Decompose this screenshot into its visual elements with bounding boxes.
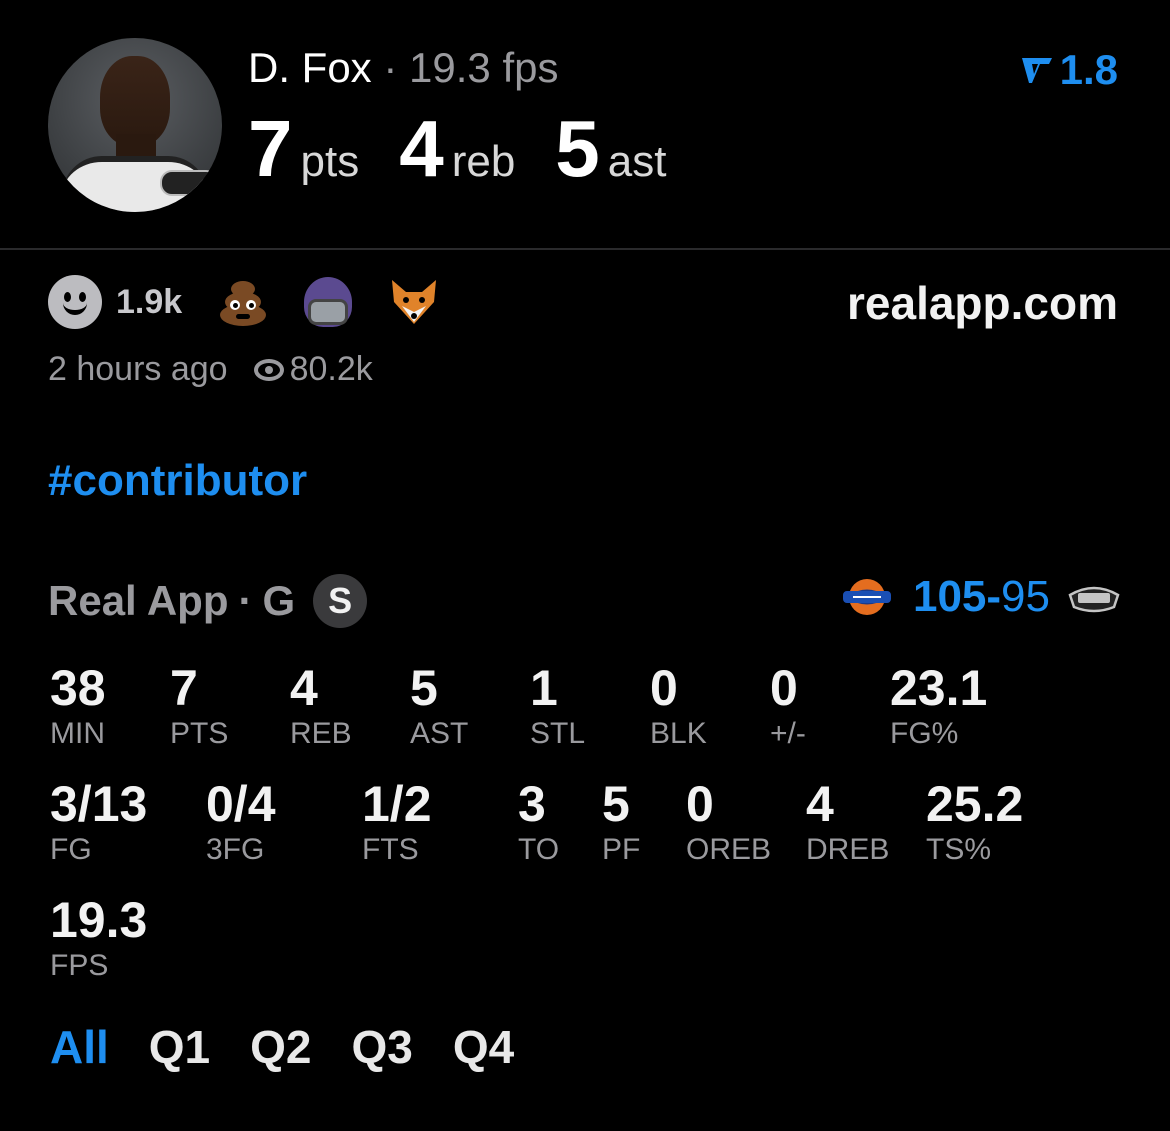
real-logo-icon: [1021, 58, 1052, 83]
stat-value: 4: [290, 660, 318, 716]
smile-icon[interactable]: [48, 275, 102, 329]
stat-value: 23.1: [890, 660, 988, 716]
home-score: 95: [1001, 572, 1050, 621]
stat-3fg: 0/4 3FG: [206, 776, 276, 868]
tab-q3[interactable]: Q3: [352, 1020, 413, 1074]
header-divider: [0, 248, 1170, 250]
stat-value: 3: [518, 776, 546, 832]
stat-value: 0: [686, 776, 714, 832]
stat-label: MIN: [50, 717, 105, 750]
stat-label: BLK: [650, 717, 707, 750]
stat-value: 0: [650, 660, 678, 716]
post-time: 2 hours ago: [48, 350, 228, 388]
stat-value: 5: [410, 660, 438, 716]
stat-pts: 7 PTS: [170, 660, 228, 752]
stat-value: 19.3: [50, 892, 148, 948]
stat-min: 38 MIN: [50, 660, 106, 752]
rating-badge[interactable]: 1.8: [1020, 46, 1118, 94]
view-count: 80.2k: [289, 350, 373, 388]
stat-label: PF: [602, 833, 641, 866]
player-avatar[interactable]: [48, 38, 222, 212]
poop-emoji[interactable]: [216, 276, 270, 328]
tab-q1[interactable]: Q1: [149, 1020, 210, 1074]
pts-unit: pts: [300, 137, 360, 186]
spurs-badge-icon: [160, 170, 218, 196]
ast-value: 5: [555, 104, 600, 193]
stat-value: 5: [602, 776, 630, 832]
away-score: 105: [912, 572, 987, 621]
tab-q2[interactable]: Q2: [250, 1020, 311, 1074]
player-header: D. Fox · 19.3 fps 7 pts 4 reb 5 ast 1.8: [0, 0, 1170, 248]
stat-label: REB: [290, 717, 352, 750]
stat-value: 25.2: [926, 776, 1024, 832]
game-score[interactable]: 105 - 95: [839, 572, 1122, 622]
stat-value: 7: [170, 660, 198, 716]
stat-value: 1/2: [362, 776, 432, 832]
hashtag-link[interactable]: #contributor: [48, 456, 307, 506]
reb-value: 4: [399, 104, 444, 193]
stat-label: PTS: [170, 717, 229, 750]
stat-ast: 5 AST: [410, 660, 468, 752]
starter-badge: S: [313, 574, 368, 628]
score-dash: -: [986, 572, 1002, 621]
stat-fts: 1/2 FTS: [362, 776, 432, 868]
period-tabs: All Q1 Q2 Q3 Q4: [50, 1020, 554, 1074]
stat-label: DREB: [806, 833, 890, 866]
player-position: G: [262, 577, 296, 624]
stat-value: 0: [770, 660, 798, 716]
tab-all[interactable]: All: [50, 1020, 109, 1074]
helmet-emoji[interactable]: [304, 277, 353, 327]
stat-dreb: 4 DREB: [806, 776, 889, 868]
stat-label: +/-: [770, 717, 806, 750]
stat-oreb: 0 OREB: [686, 776, 771, 868]
stat-plus-minus: 0 +/-: [770, 660, 806, 752]
stat-label: STL: [530, 717, 586, 750]
stat-stl: 1 STL: [530, 660, 585, 752]
player-fps: 19.3 fps: [409, 44, 559, 91]
stat-fg: 3/13 FG: [50, 776, 147, 868]
stat-label: FG%: [890, 717, 959, 750]
tab-q4[interactable]: Q4: [453, 1020, 514, 1074]
stat-blk: 0 BLK: [650, 660, 707, 752]
stat-label: FG: [50, 833, 92, 866]
post-meta: 2 hours ago 80.2k: [48, 350, 373, 389]
reaction-count[interactable]: 1.9k: [116, 283, 182, 322]
stat-fg-pct: 23.1 FG%: [890, 660, 987, 752]
player-name[interactable]: D. Fox: [248, 44, 372, 91]
stat-value: 3/13: [50, 776, 148, 832]
site-link[interactable]: realapp.com: [847, 276, 1118, 330]
league-name: Real App: [48, 577, 229, 624]
stat-label: AST: [410, 717, 469, 750]
stat-value: 4: [806, 776, 834, 832]
game-info: Real App · G S: [48, 574, 368, 628]
knicks-logo: [842, 579, 891, 615]
spurs-logo: [1068, 586, 1120, 613]
stat-value: 0/4: [206, 776, 276, 832]
stat-label: 3FG: [206, 833, 265, 866]
stat-reb: 4 REB: [290, 660, 352, 752]
stat-to: 3 TO: [518, 776, 559, 868]
rating-value: 1.8: [1059, 46, 1118, 93]
stat-label: FPS: [50, 949, 109, 982]
stat-value: 38: [50, 660, 106, 716]
stat-label: TO: [518, 833, 560, 866]
title-separator: ·: [383, 44, 398, 91]
reb-unit: reb: [451, 137, 516, 186]
reactions-bar[interactable]: 1.9k: [48, 274, 440, 330]
headline-stats: 7 pts 4 reb 5 ast: [248, 104, 707, 194]
stat-label: OREB: [686, 833, 772, 866]
stat-label: TS%: [926, 833, 992, 866]
stat-label: FTS: [362, 833, 419, 866]
stat-fps: 19.3 FPS: [50, 892, 147, 984]
stat-pf: 5 PF: [602, 776, 640, 868]
stat-ts-pct: 25.2 TS%: [926, 776, 1023, 868]
fox-emoji[interactable]: [388, 276, 440, 328]
player-title[interactable]: D. Fox · 19.3 fps: [248, 44, 558, 92]
stat-value: 1: [530, 660, 558, 716]
eye-icon: [253, 358, 284, 381]
ast-unit: ast: [607, 137, 667, 186]
game-separator: ·: [238, 577, 253, 624]
pts-value: 7: [248, 104, 293, 193]
